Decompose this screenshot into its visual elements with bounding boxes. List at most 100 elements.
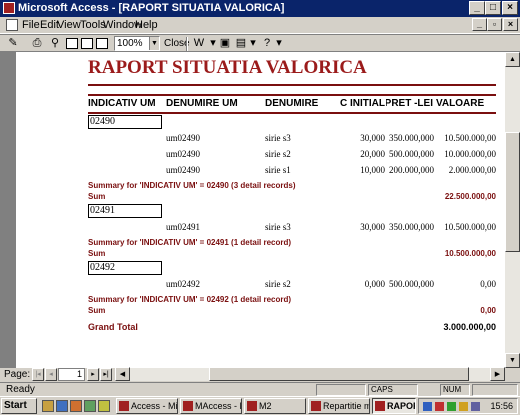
taskbar-button[interactable]: Access - Mic...	[116, 398, 178, 414]
col-header-stoc-initial: OC INITIAL	[340, 98, 385, 109]
first-page-button[interactable]: |◂	[32, 368, 44, 381]
col-header-indicativ-um: INDICATIV UM	[88, 98, 156, 109]
start-button[interactable]: Start	[1, 398, 37, 414]
doc-close-button[interactable]: ×	[503, 18, 518, 31]
taskbar-button-label: Repartitie ma...	[323, 401, 369, 411]
access-app-icon[interactable]	[3, 2, 15, 14]
table-cell: 10.500.000,00	[444, 133, 496, 143]
header-bottom-rule	[88, 112, 496, 114]
col-header-denumire: DENUMIRE	[265, 98, 319, 109]
taskbar-button[interactable]: MAccess - M...	[180, 398, 242, 414]
report-doc-icon[interactable]	[6, 19, 18, 31]
quicklaunch-icon[interactable]	[84, 400, 96, 412]
multiple-pages-icon[interactable]	[96, 38, 108, 49]
menu-view[interactable]: View	[57, 19, 81, 31]
sum-label: Sum	[88, 249, 106, 258]
office-links-icon[interactable]: W	[192, 37, 206, 50]
table-cell: 350.000,000	[389, 133, 434, 143]
table-cell: um02490	[166, 133, 201, 143]
report-page: RAPORT SITUATIA VALORICA INDICATIV UM DE…	[16, 52, 505, 368]
tray-icon[interactable]	[435, 402, 444, 411]
zoom-magnifier-icon[interactable]: ⚲	[48, 37, 62, 50]
title-rule	[88, 84, 496, 86]
database-window-icon[interactable]: ▣	[218, 37, 232, 50]
chevron-down-icon[interactable]: ▼	[149, 37, 159, 50]
taskbar-button-label: Access - Mic...	[131, 401, 178, 411]
new-object-dropdown-icon[interactable]: ▾	[246, 37, 260, 50]
num-indicator: NUM	[440, 384, 470, 396]
menu-tools[interactable]: Tools	[80, 19, 106, 31]
vertical-scrollbar[interactable]: ▲ ▼	[505, 52, 520, 368]
sum-value: 10.500.000,00	[444, 249, 496, 258]
hscroll-thumb[interactable]	[209, 367, 469, 381]
zoom-value: 100%	[117, 38, 143, 49]
col-header-pret-lei: PRET -LEI	[386, 98, 433, 109]
status-bar: Ready CAPS NUM	[0, 382, 520, 396]
one-page-icon[interactable]	[66, 38, 78, 49]
menu-file[interactable]: File	[22, 19, 40, 31]
col-header-denumire-um: DENUMIRE UM	[166, 98, 238, 109]
internet-explorer-icon[interactable]	[56, 400, 68, 412]
group-id-02490: 02490	[88, 115, 162, 129]
zoom-select[interactable]: 100% ▼	[114, 36, 160, 51]
table-cell: 30,000	[360, 133, 385, 143]
page-navigation-bar: Page: |◂ ◂ 1 ▸ ▸| ◀ ▶	[0, 367, 520, 382]
horizontal-scrollbar[interactable]: ◀ ▶	[115, 367, 505, 381]
window-title: Microsoft Access - [RAPORT SITUATIA VALO…	[18, 2, 285, 14]
maximize-button[interactable]: □	[485, 1, 501, 15]
table-cell: 0,00	[480, 279, 496, 289]
quicklaunch-icon[interactable]	[70, 400, 82, 412]
clock[interactable]: 15:56	[490, 401, 513, 411]
scroll-right-icon[interactable]: ▶	[490, 367, 505, 381]
doc-restore-button[interactable]: ▫	[487, 18, 502, 31]
view-design-icon[interactable]: ✎	[6, 37, 20, 50]
grand-total-label: Grand Total	[88, 322, 138, 332]
taskbar-button-label: M2	[259, 401, 272, 411]
toolbar-options-icon[interactable]: ▾	[272, 37, 286, 50]
print-icon[interactable]: ⎙	[30, 37, 44, 50]
group-id-02492: 02492	[88, 261, 162, 275]
header-top-rule	[88, 94, 496, 96]
close-window-button[interactable]: ×	[502, 1, 518, 15]
page-number-input[interactable]: 1	[58, 368, 85, 381]
table-cell: 500.000,000	[389, 149, 434, 159]
taskbar-button[interactable]: Repartitie ma...	[308, 398, 370, 414]
table-cell: 10.500.000,00	[444, 222, 496, 232]
doc-minimize-button[interactable]: _	[472, 18, 487, 31]
col-header-valoare: VALOARE	[436, 98, 485, 109]
scroll-up-icon[interactable]: ▲	[505, 52, 520, 67]
quicklaunch-icon[interactable]	[98, 400, 110, 412]
access-icon	[119, 401, 129, 411]
minimize-button[interactable]: _	[469, 1, 485, 15]
sum-value: 0,00	[480, 306, 496, 315]
menu-bar: File Edit View Tools Window Help _ ▫ ×	[0, 17, 520, 34]
tray-icon[interactable]	[459, 402, 468, 411]
scroll-down-icon[interactable]: ▼	[505, 353, 520, 368]
speaker-icon[interactable]	[471, 402, 480, 411]
table-cell: um02490	[166, 149, 201, 159]
prev-page-button[interactable]: ◂	[45, 368, 57, 381]
table-cell: 30,000	[360, 222, 385, 232]
taskbar-button[interactable]: M2	[244, 398, 306, 414]
taskbar-button-active[interactable]: RAPORT ...	[372, 398, 416, 414]
scroll-thumb[interactable]	[505, 132, 520, 252]
table-cell: 350.000,000	[389, 222, 434, 232]
page-label: Page:	[4, 369, 31, 380]
menu-help[interactable]: Help	[135, 19, 158, 31]
table-cell: 0,000	[364, 279, 385, 289]
table-cell: 200.000,000	[389, 165, 434, 175]
group-summary: Summary for 'INDICATIV UM' = 02491 (1 de…	[88, 238, 292, 247]
tray-icon[interactable]	[447, 402, 456, 411]
table-cell: 10,000	[360, 165, 385, 175]
status-panel	[316, 384, 366, 396]
system-tray: 15:56	[418, 398, 518, 414]
table-cell: sirie s3	[265, 222, 291, 232]
table-cell: sirie s1	[265, 165, 291, 175]
last-page-button[interactable]: ▸|	[100, 368, 112, 381]
two-pages-icon[interactable]	[81, 38, 93, 49]
scroll-left-icon[interactable]: ◀	[115, 367, 130, 381]
next-page-button[interactable]: ▸	[87, 368, 99, 381]
tray-icon[interactable]	[423, 402, 432, 411]
quicklaunch-icon[interactable]	[42, 400, 54, 412]
group-id-02491: 02491	[88, 204, 162, 218]
